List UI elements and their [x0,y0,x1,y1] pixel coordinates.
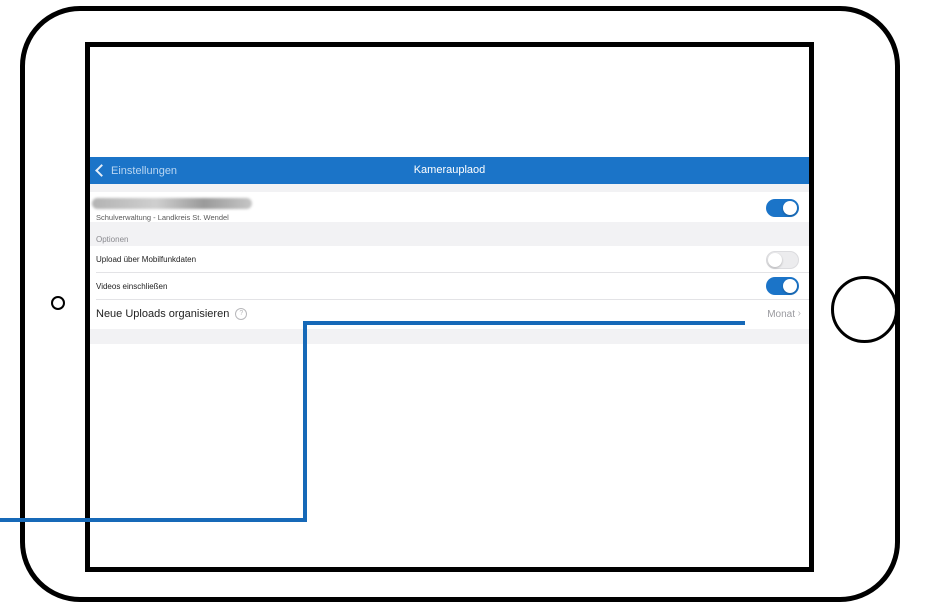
mobile-upload-label: Upload über Mobilfunkdaten [96,255,197,264]
camera-upload-toggle[interactable] [766,199,799,217]
annotation-line-top [305,321,745,325]
help-icon[interactable]: ? [235,308,248,321]
toggle-knob [783,279,797,293]
navigation-bar: Einstellungen Kamerauplaod [90,157,809,184]
settings-list: Schulverwaltung - Landkreis St. Wendel O… [90,184,809,344]
organize-uploads-label: Neue Uploads organisieren? [96,308,248,321]
mobile-upload-toggle[interactable] [766,251,799,269]
account-subtitle: Schulverwaltung - Landkreis St. Wendel [96,213,229,222]
toggle-knob [783,201,797,215]
videos-label: Videos einschließen [96,282,168,291]
home-button[interactable] [831,276,898,343]
chevron-right-icon: › [797,308,801,319]
camera-icon [51,296,65,310]
videos-toggle[interactable] [766,277,799,295]
videos-row[interactable]: Videos einschließen [90,273,809,300]
organize-value: Monat [767,309,795,320]
annotation-line-bottom [0,518,307,522]
account-name-redacted [92,198,252,209]
tablet-screen: Einstellungen Kamerauplaod Schulverwaltu… [85,42,814,572]
account-row: Schulverwaltung - Landkreis St. Wendel [90,192,809,222]
mobile-upload-row[interactable]: Upload über Mobilfunkdaten [90,246,809,273]
page-title: Kamerauplaod [413,164,486,176]
organize-uploads-text: Neue Uploads organisieren [96,308,230,320]
section-header-options: Optionen [96,235,129,244]
annotation-line-vertical [303,321,307,522]
toggle-knob [768,253,782,267]
